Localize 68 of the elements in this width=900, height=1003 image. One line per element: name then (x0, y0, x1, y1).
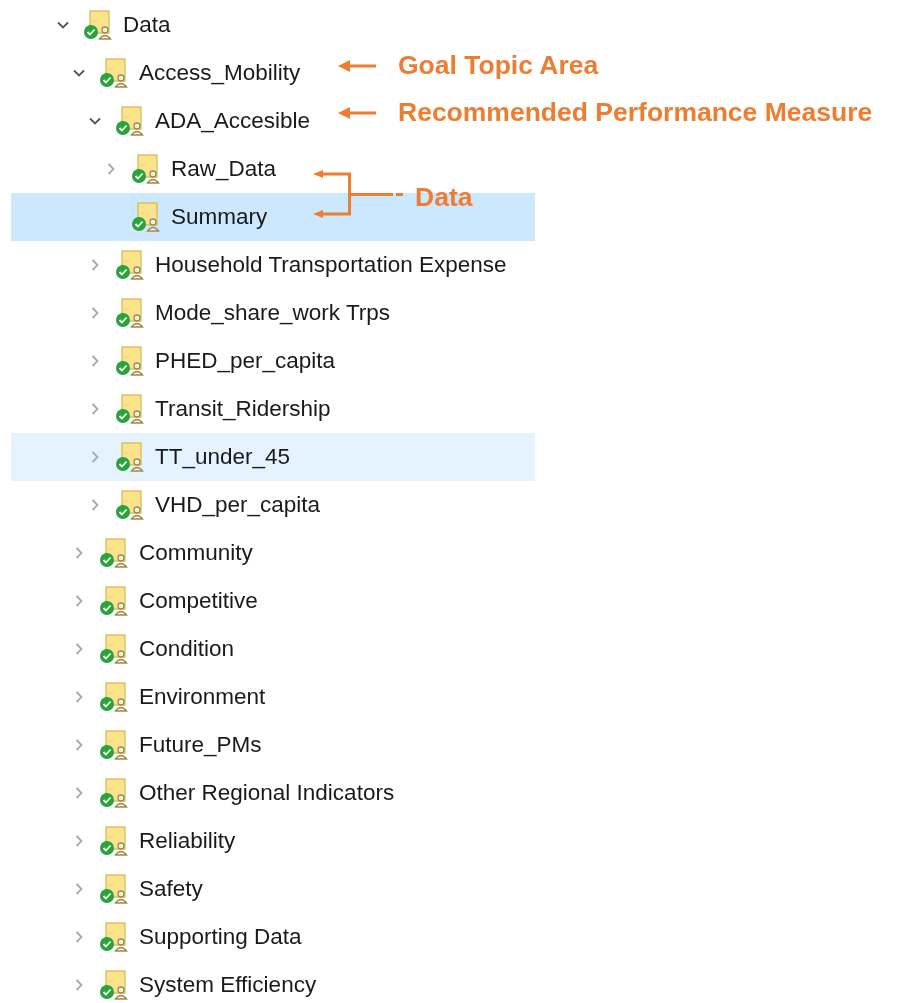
tree-item[interactable]: Mode_share_work Trps (88, 289, 391, 337)
tree-item[interactable]: Reliability (72, 817, 236, 865)
arrow-left-icon (338, 105, 378, 120)
folder-check-icon (98, 586, 128, 616)
tree-item-label: Supporting Data (139, 924, 302, 950)
tree-item[interactable]: VHD_per_capita (88, 481, 321, 529)
folder-check-icon (114, 394, 144, 424)
tree-item-label: Access_Mobility (139, 60, 301, 86)
annotation-label: Data (415, 181, 473, 213)
tree-item[interactable]: System Efficiency (72, 961, 317, 1003)
tree-item[interactable]: Environment (72, 673, 266, 721)
tree-item-label: Environment (139, 684, 266, 710)
tree-item[interactable]: ADA_Accesible (88, 97, 311, 145)
tree-item[interactable]: Future_PMs (72, 721, 262, 769)
folder-check-icon (98, 922, 128, 952)
folder-check-icon (98, 682, 128, 712)
annotation-label: Recommended Performance Measure (398, 97, 873, 128)
tree-item-label: System Efficiency (139, 972, 317, 998)
tree-item-label: Household Transportation Expense (155, 252, 507, 278)
tree-item[interactable]: Competitive (72, 577, 258, 625)
folder-check-icon (114, 490, 144, 520)
tree-item-label: Data (123, 12, 171, 38)
tree-item[interactable]: Raw_Data (104, 145, 277, 193)
tree-item-label: ADA_Accesible (155, 108, 311, 134)
folder-check-icon (98, 538, 128, 568)
folder-check-icon (82, 10, 112, 40)
tree-item[interactable]: TT_under_45 (88, 433, 291, 481)
folder-check-icon (98, 58, 128, 88)
tree-item[interactable]: Community (72, 529, 253, 577)
tree-item-label: Mode_share_work Trps (155, 300, 391, 326)
folder-check-icon (98, 874, 128, 904)
tree-item[interactable]: Access_Mobility (72, 49, 301, 97)
folder-check-icon (130, 154, 160, 184)
tree-item[interactable]: Supporting Data (72, 913, 302, 961)
folder-check-icon (98, 778, 128, 808)
arrow-left-icon (338, 58, 378, 73)
folder-check-icon (98, 970, 128, 1000)
tree-item-label: Condition (139, 636, 235, 662)
folder-check-icon (98, 826, 128, 856)
tree-item-label: VHD_per_capita (155, 492, 321, 518)
tree-item-label: Community (139, 540, 253, 566)
annotation-label: Goal Topic Area (398, 50, 599, 81)
folder-check-icon (98, 634, 128, 664)
tree-item-label: Competitive (139, 588, 258, 614)
folder-check-icon (114, 442, 144, 472)
folder-check-icon (114, 250, 144, 280)
tree-item[interactable]: PHED_per_capita (88, 337, 336, 385)
tree-item[interactable]: Data (56, 1, 171, 49)
tree-item[interactable]: Transit_Ridership (88, 385, 331, 433)
tree-item-label: Transit_Ridership (155, 396, 331, 422)
tree-item[interactable]: Other Regional Indicators (72, 769, 395, 817)
tree-item[interactable]: Household Transportation Expense (88, 241, 507, 289)
tree-item-label: PHED_per_capita (155, 348, 336, 374)
tree-item-label: Future_PMs (139, 732, 262, 758)
tree-item[interactable]: Safety (72, 865, 203, 913)
folder-check-icon (114, 346, 144, 376)
tree-item-label: TT_under_45 (155, 444, 291, 470)
folder-check-icon (114, 298, 144, 328)
tree-item[interactable]: Summary (104, 193, 268, 241)
tree-item-label: Other Regional Indicators (139, 780, 395, 806)
tree-item-label: Summary (171, 204, 268, 230)
folder-check-icon (130, 202, 160, 232)
tree-item-label: Raw_Data (171, 156, 277, 182)
tree-item[interactable]: Condition (72, 625, 235, 673)
tree-item-label: Safety (139, 876, 203, 902)
folder-check-icon (114, 106, 144, 136)
tree-item-label: Reliability (139, 828, 236, 854)
folder-check-icon (98, 730, 128, 760)
